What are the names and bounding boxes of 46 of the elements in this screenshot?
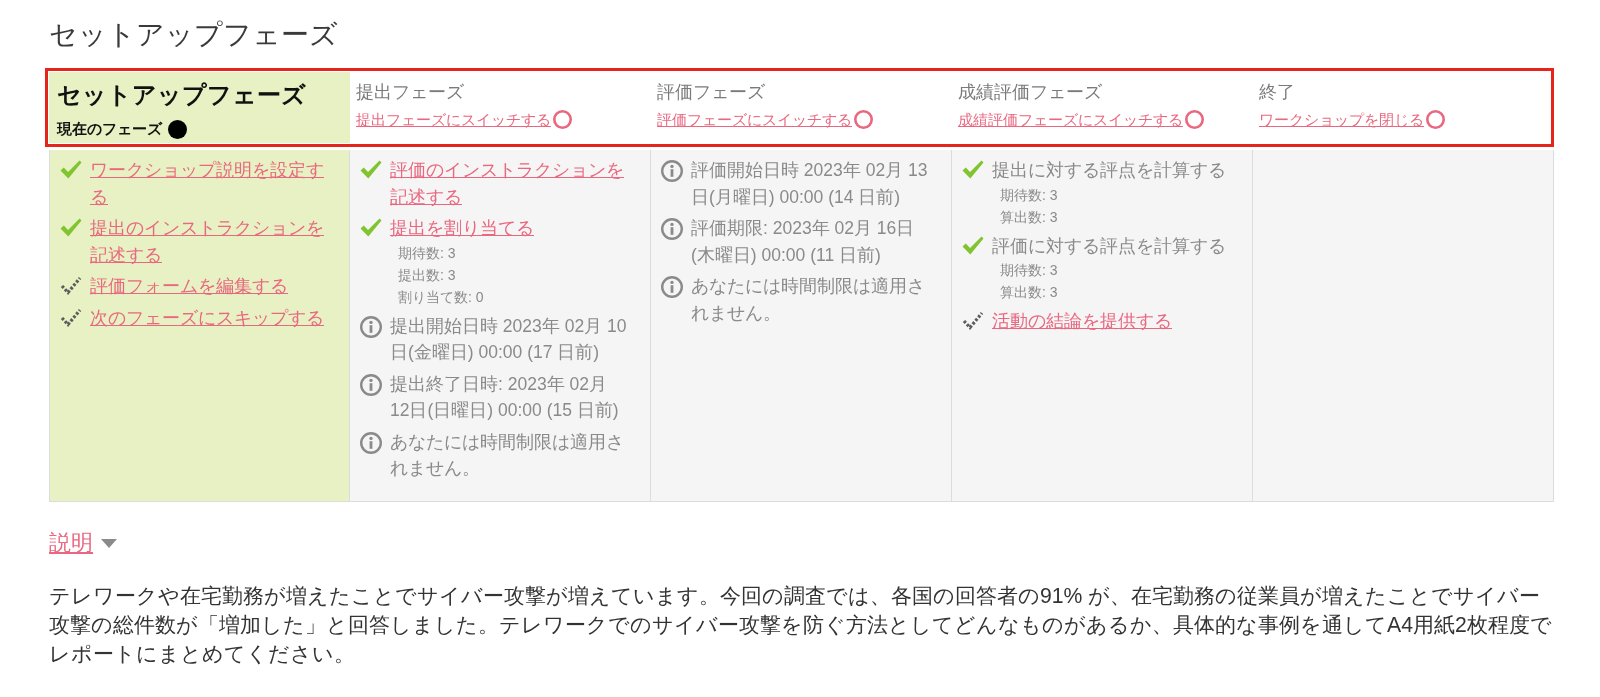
task-link[interactable]: 次のフェーズにスキップする [90,304,324,331]
info-icon [661,276,683,298]
ring-icon [1426,110,1445,129]
task-link[interactable]: 評価フォームを編集する [90,273,288,300]
switch-phase-link[interactable]: 提出フェーズにスイッチする [356,109,572,131]
task-link[interactable]: 提出を割り当てる [390,215,534,242]
task-link[interactable]: 提出のインストラクションを記述する [90,215,328,268]
phase-title: 評価フェーズ [657,81,765,104]
task-detail: 割り当て数: 0 [397,287,484,307]
task-detail: 期待数: 3 [397,243,456,263]
task-detail: 期待数: 3 [999,261,1058,280]
info-text: 提出開始日時 2023年 02月 10日(金曜日) 00:00 (17 日前) [390,314,628,364]
phase-title: セットアップフェーズ [57,80,306,110]
info-icon [360,315,382,338]
task-detail: 算出数: 3 [999,283,1058,302]
info-text: あなたには時間制限は適用されません。 [691,275,926,325]
task-link[interactable]: 活動の結論を提供する [992,308,1172,335]
phase-title: 提出フェーズ [356,81,464,104]
info-text: あなたには時間制限は適用されません。 [390,430,625,480]
info-text: 評価開始日時 2023年 02月 13日(月曜日) 00:00 (14 日前) [691,159,929,209]
task-detail: 提出数: 3 [397,265,456,285]
ring-icon [1185,110,1204,129]
info-text: 提出終了日時: 2023年 02月 12日(日曜日) 00:00 (15 日前) [390,372,620,422]
description-toggle[interactable]: 説明 [49,527,117,558]
ring-icon [854,110,873,129]
description-text: テレワークや在宅勤務が増えたことでサイバー攻撃が増えています。今回の調査では、各国の回答者の91% が、在宅勤務の従業員が増えたことでサイバー攻撃の総件数が「増加した」と回答しました。テレワークでのサイバー攻撃を防ぐ方法としてどんなものがあるか、具体的な事例を通してA4用紙2枚程度でレポートにまとめてください。 [49,582,1553,667]
info-icon [661,160,683,182]
ring-icon [553,110,572,129]
info-text: 評価期限: 2023年 02月 16日(木曜日) 00:00 (11 日前) [691,217,916,267]
task-link[interactable]: ワークショップ説明を設定する [90,157,328,210]
info-icon [360,373,382,396]
page-title: セットアップフェーズ [49,18,338,52]
task-detail: 期待数: 3 [999,185,1058,205]
switch-phase-link[interactable]: 成績評価フェーズにスイッチする [958,109,1204,131]
task-link[interactable]: 評価のインストラクションを記述する [390,157,629,210]
phase-title: 成績評価フェーズ [958,81,1102,104]
filled-circle-icon [168,119,187,139]
task-label: 提出に対する評点を計算する [992,159,1226,182]
current-phase-label: 現在のフェーズ [57,120,162,139]
task-detail: 算出数: 3 [999,207,1058,227]
info-icon [661,218,683,240]
info-icon [360,431,382,454]
task-label: 評価に対する評点を計算する [992,234,1226,258]
switch-phase-link[interactable]: 評価フェーズにスイッチする [657,109,873,131]
phase-title: 終了 [1259,81,1295,104]
switch-phase-link[interactable]: ワークショップを閉じる [1259,109,1445,131]
